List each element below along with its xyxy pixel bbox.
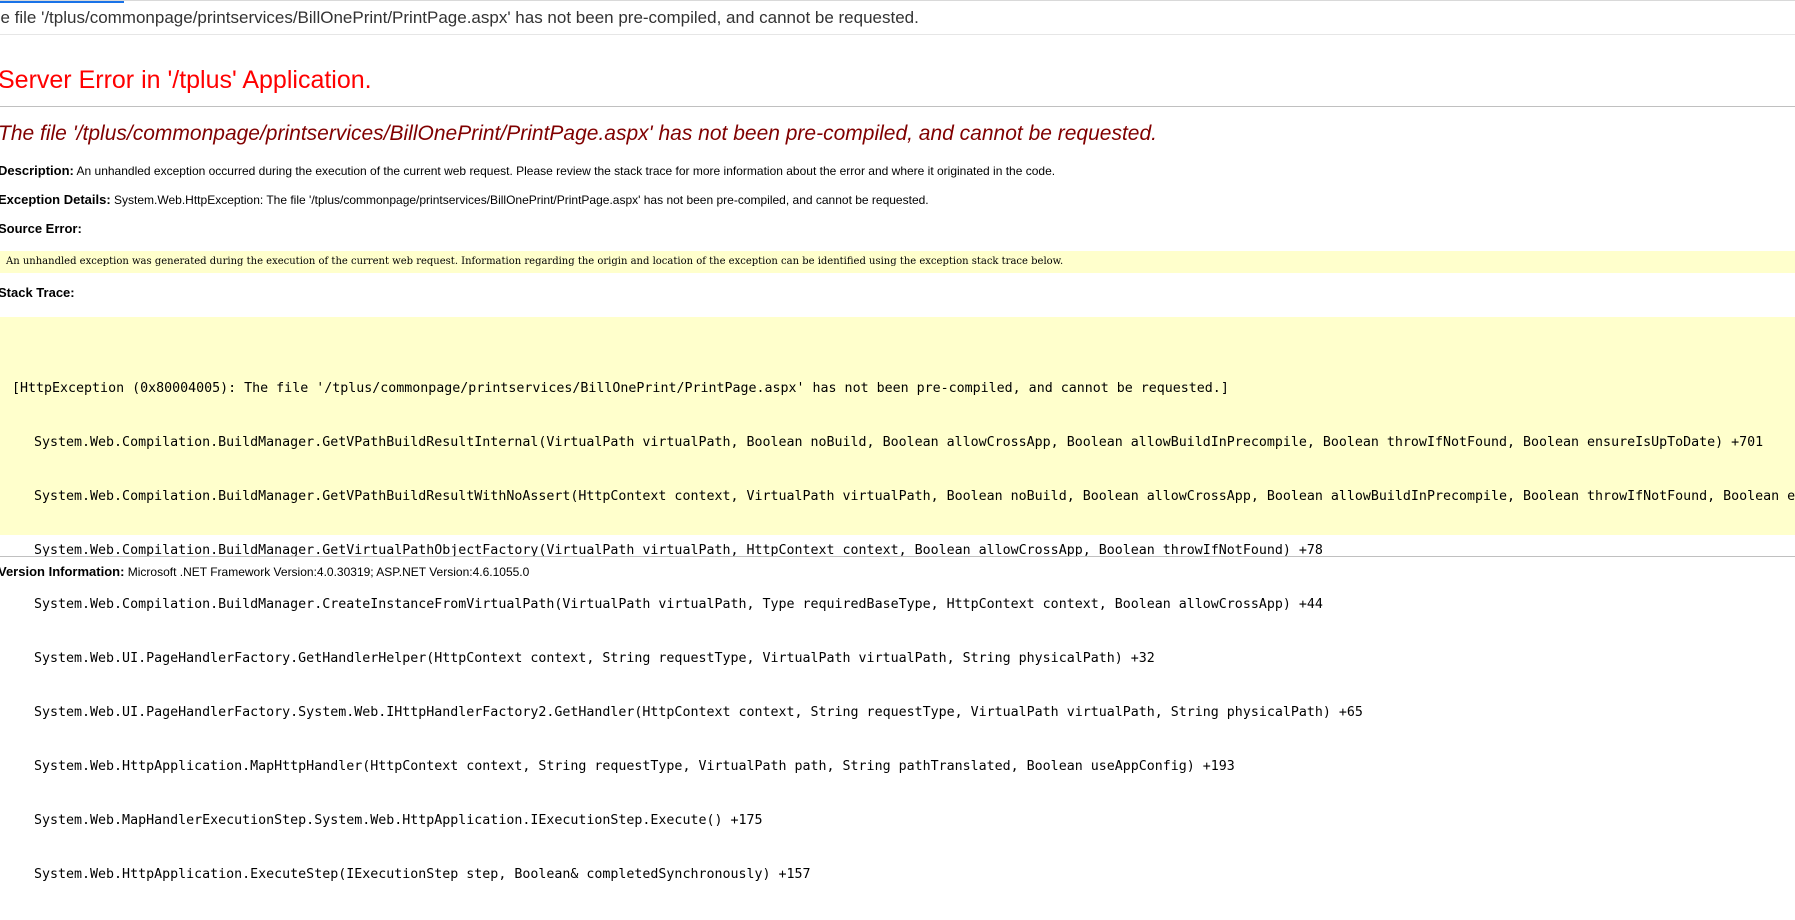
active-tab-indicator — [0, 1, 124, 3]
stack-trace-line: System.Web.Compilation.BuildManager.Crea… — [34, 597, 1323, 612]
exception-details-text: System.Web.HttpException: The file '/tpl… — [114, 193, 929, 207]
stack-trace-box: [HttpException (0x80004005): The file '/… — [0, 317, 1795, 882]
exception-details-row: Exception Details: System.Web.HttpExcept… — [0, 192, 929, 207]
version-information-row: Version Information: Microsoft .NET Fram… — [0, 564, 529, 579]
version-information-label: Version Information: — [0, 564, 125, 579]
stack-trace-label: Stack Trace: — [0, 285, 75, 300]
source-error-label: Source Error: — [0, 221, 82, 236]
description-row: Description: An unhandled exception occu… — [0, 163, 1055, 178]
stack-trace-line: System.Web.UI.PageHandlerFactory.GetHand… — [34, 651, 1155, 666]
source-error-box: An unhandled exception was generated dur… — [0, 251, 1795, 273]
stack-trace-line: System.Web.Compilation.BuildManager.GetV… — [34, 435, 1764, 450]
browser-tab-bar: he file '/tplus/commonpage/printservices… — [0, 0, 1795, 35]
server-error-title: Server Error in '/tplus' Application. — [0, 66, 372, 94]
browser-tab-title[interactable]: he file '/tplus/commonpage/printservices… — [0, 8, 919, 28]
version-information-text: Microsoft .NET Framework Version:4.0.303… — [127, 565, 530, 579]
stack-trace-row: Stack Trace: — [0, 285, 75, 300]
stack-trace-line: [HttpException (0x80004005): The file '/… — [12, 381, 1229, 396]
description-text: An unhandled exception occurred during t… — [76, 164, 1056, 178]
stack-trace-line: System.Web.Compilation.BuildManager.GetV… — [34, 489, 1795, 504]
stack-trace-line: System.Web.HttpApplication.ExecuteStep(I… — [34, 867, 811, 882]
source-error-text: An unhandled exception was generated dur… — [6, 256, 1064, 267]
description-label: Description: — [0, 163, 74, 178]
stack-trace-line: System.Web.Compilation.BuildManager.GetV… — [34, 543, 1323, 558]
stack-trace-line: System.Web.HttpApplication.MapHttpHandle… — [34, 759, 1235, 774]
stack-trace-line: System.Web.MapHandlerExecutionStep.Syste… — [34, 813, 763, 828]
source-error-row: Source Error: — [0, 221, 82, 236]
divider — [0, 106, 1795, 107]
stack-trace-line: System.Web.UI.PageHandlerFactory.System.… — [34, 705, 1363, 720]
exception-details-label: Exception Details: — [0, 192, 111, 207]
stack-trace-text: [HttpException (0x80004005): The file '/… — [12, 344, 1795, 920]
divider — [0, 556, 1795, 557]
error-heading: The file '/tplus/commonpage/printservice… — [0, 122, 1157, 145]
